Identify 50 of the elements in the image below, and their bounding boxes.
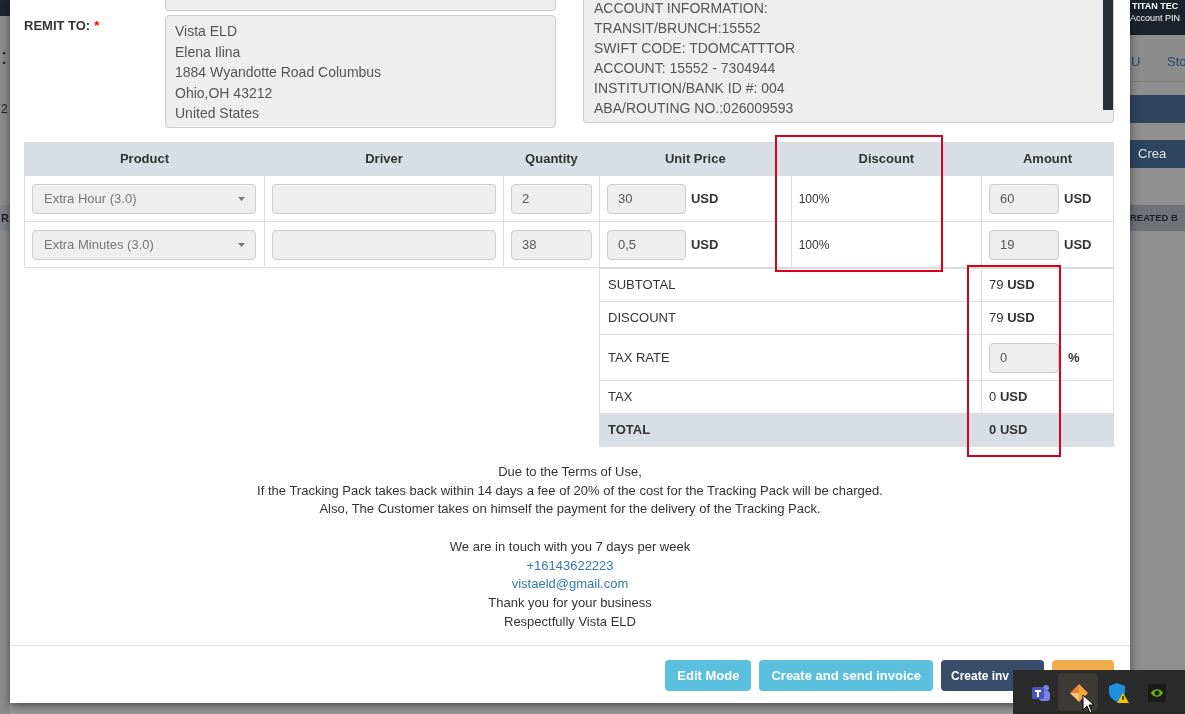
- unit-label: %: [1068, 348, 1080, 367]
- discount-value: 100%: [798, 192, 830, 206]
- column-header: Discount: [791, 142, 982, 176]
- summary-value: 0 USD: [989, 389, 1028, 405]
- required-mark: *: [94, 18, 100, 33]
- account-label: Account PIN: [1130, 12, 1181, 25]
- terms-text: Due to the Terms of Use,: [498, 463, 642, 481]
- product-select[interactable]: Extra Minutes (3.0): [32, 229, 256, 260]
- create-button[interactable]: Crea: [1130, 140, 1185, 168]
- page-heading: :: [1, 44, 8, 70]
- column-header: Unit Price: [599, 142, 792, 176]
- terms-text: If the Tracking Pack takes back within 14 days a fee of 20% of the cost for the Tracking Pack will be charged.: [257, 481, 883, 500]
- summary-value: 79 USD: [989, 277, 1035, 293]
- summary-value: 79 USD: [989, 310, 1035, 326]
- summary-label: TOTAL: [608, 422, 651, 438]
- phone-link[interactable]: +16143622223: [526, 556, 614, 576]
- remit-text-area[interactable]: Vista ELD Elena Ilina 1884 Wyandotte Road Columbus Ohio,OH 43212 United States: [165, 15, 556, 128]
- contact-text: We are in touch with you 7 days per week: [449, 537, 691, 556]
- terms-text: Also, The Customer takes on himself the payment for the delivery of the Tracking Pack.: [319, 500, 821, 519]
- product-select[interactable]: Extra Hour (3.0): [32, 183, 256, 214]
- column-header: Amount: [981, 142, 1114, 176]
- currency-label: USD: [691, 235, 719, 254]
- column-header: Driver: [264, 142, 504, 176]
- currency-label: USD: [1064, 189, 1092, 208]
- email-link[interactable]: vistaeld@gmail.com: [511, 575, 629, 594]
- summary-label: TAX RATE: [608, 349, 670, 365]
- closing-text: Thank you for your business: [488, 593, 652, 612]
- column-header: REATED B: [1130, 205, 1185, 231]
- table-cell-text: 2: [1, 101, 8, 118]
- discount-value: 100%: [798, 238, 830, 252]
- input-field[interactable]: 30: [607, 183, 686, 214]
- input-field[interactable]: 19: [989, 229, 1060, 260]
- summary-label: SUBTOTAL: [608, 277, 676, 293]
- column-header: Product: [24, 142, 265, 176]
- summary-label: TAX: [608, 389, 633, 405]
- input-field[interactable]: 38: [511, 229, 592, 260]
- summary-value: 0 USD: [989, 422, 1028, 438]
- column-header: R: [1, 211, 9, 226]
- currency-label: USD: [1064, 235, 1092, 254]
- summary-label: DISCOUNT: [608, 310, 676, 326]
- currency-label: USD: [691, 189, 719, 208]
- field-label: REMIT TO:: [24, 18, 91, 33]
- input-field[interactable]: 60: [989, 183, 1060, 214]
- tax-rate-field[interactable]: 0: [989, 342, 1060, 373]
- column-header: Quantity: [503, 142, 600, 176]
- account-text-area[interactable]: ACCOUNT INFORMATION: TRANSIT/BRUNCH:15552 SWIFT CODE: TDOMCATTTOR ACCOUNT: 15552 - 7304944 INSTITUTION/BANK ID #: 004 ABA/ROUTING NO.:026009593: [583, 0, 1114, 123]
- closing-text: Respectfully Vista ELD: [504, 612, 636, 631]
- input-field[interactable]: 2: [511, 183, 592, 214]
- company-name: TITAN TEC: [1132, 0, 1179, 13]
- input-field[interactable]: 0,5: [607, 229, 686, 260]
